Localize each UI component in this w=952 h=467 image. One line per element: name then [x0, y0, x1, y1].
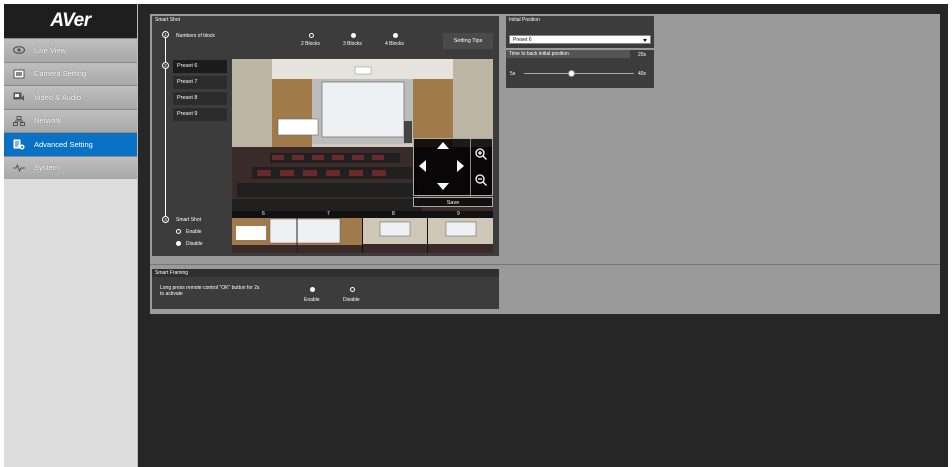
smart-shot-toggle-label: Smart Shot [176, 217, 202, 223]
radio-2-blocks[interactable] [309, 33, 314, 38]
sidebar-item-network[interactable]: Network [4, 108, 137, 132]
preset-item[interactable]: Preset 6 [173, 60, 227, 73]
label-2-blocks: 2 Blocks [301, 41, 320, 47]
radio-3-blocks[interactable] [351, 33, 356, 38]
zoom-in-icon[interactable] [474, 147, 488, 166]
app-window: AVer Live View Camera Setting Video & Au… [4, 4, 948, 467]
advanced-setting-icon [13, 139, 25, 150]
preset-item[interactable]: Preset 7 [173, 76, 227, 89]
smart-framing-enable-label: Enable [304, 297, 320, 303]
sidebar-item-label: Video & Audio [34, 92, 81, 102]
setting-tips-button[interactable]: Setting Tips [443, 33, 493, 49]
smart-framing-panel: Smart Framing Long press remote control … [152, 269, 499, 309]
step-1-marker: 1 [162, 31, 169, 38]
sidebar-item-system[interactable]: System [4, 155, 137, 179]
thumbnail-strip: 6 7 8 9 [232, 211, 493, 253]
smart-shot-disable-label: Disable [186, 241, 203, 247]
content-area: Smart Shot 1 2 3 Numbers of block 2 Bloc… [150, 14, 940, 314]
sidebar-item-label: Live View [34, 45, 66, 55]
arrow-right-icon[interactable] [457, 160, 464, 172]
preset-select-value: Preset 6 [513, 37, 532, 43]
smart-framing-title: Smart Framing [152, 269, 499, 277]
smart-framing-disable-label: Disable [343, 297, 360, 303]
smart-shot-enable-radio[interactable] [176, 229, 181, 234]
return-time-label: Time to back initial position [506, 50, 630, 58]
slider-handle[interactable] [567, 70, 575, 77]
zoom-out-icon[interactable] [474, 173, 488, 192]
eye-icon [13, 45, 25, 55]
network-icon [13, 115, 25, 126]
sidebar-item-advanced-setting[interactable]: Advanced Setting [4, 132, 137, 156]
save-button[interactable]: Save [413, 197, 493, 207]
smart-shot-panel: Smart Shot 1 2 3 Numbers of block 2 Bloc… [152, 16, 499, 256]
smart-framing-enable-radio[interactable] [310, 287, 315, 292]
sidebar-item-video-audio[interactable]: Video & Audio [4, 85, 137, 109]
smart-framing-section: Smart Framing Long press remote control … [150, 264, 940, 314]
thumb-label: 6 [262, 211, 265, 217]
aver-logo: AVer [4, 4, 137, 38]
smart-framing-disable-radio[interactable] [350, 287, 355, 292]
initial-position-panel: Initial Position Preset 6 [506, 16, 654, 48]
video-audio-icon [13, 92, 25, 102]
smart-shot-title: Smart Shot [152, 16, 499, 24]
sidebar: AVer Live View Camera Setting Video & Au… [4, 4, 138, 467]
system-icon [13, 163, 25, 173]
slider-min-label: 5s [510, 71, 516, 77]
preset-item[interactable]: Preset 8 [173, 92, 227, 105]
thumbnail-images [232, 218, 493, 253]
initial-position-title: Initial Position [506, 16, 654, 24]
return-time-panel: Time to back initial position 20s 5s 40s [506, 50, 654, 88]
zoom-divider [470, 139, 471, 197]
sidebar-item-camera-setting[interactable]: Camera Setting [4, 61, 137, 85]
label-3-blocks: 3 Blocks [343, 41, 362, 47]
camera-setting-icon [13, 69, 25, 79]
slider-max-label: 40s [638, 71, 647, 77]
preset-select[interactable]: Preset 6 [509, 35, 651, 44]
sidebar-item-label: Camera Setting [34, 69, 87, 79]
sidebar-item-label: Network [34, 116, 62, 126]
arrow-up-icon[interactable] [437, 142, 449, 149]
smart-shot-disable-radio[interactable] [176, 241, 181, 246]
ptz-control-pad [413, 138, 493, 197]
thumb-label: 9 [457, 211, 460, 217]
arrow-left-icon[interactable] [419, 160, 426, 172]
radio-4-blocks[interactable] [393, 33, 398, 38]
step-2-marker: 2 [162, 62, 169, 69]
camera-preview[interactable]: Save [232, 59, 493, 211]
thumb-label: 8 [392, 211, 395, 217]
return-time-value: 20s [638, 52, 647, 58]
return-time-slider[interactable] [524, 70, 634, 77]
smart-framing-instruction-2: to activate [160, 291, 183, 297]
sidebar-item-live-view[interactable]: Live View [4, 38, 137, 62]
thumb-label: 7 [327, 211, 330, 217]
arrow-down-icon[interactable] [437, 183, 449, 190]
label-4-blocks: 4 Blocks [385, 41, 404, 47]
step-3-marker: 3 [162, 216, 169, 223]
smart-shot-enable-label: Enable [186, 229, 202, 235]
numbers-of-block-label: Numbers of block [176, 33, 215, 39]
chevron-down-icon [643, 39, 647, 42]
sidebar-item-label: Advanced Setting [34, 139, 93, 149]
preset-item[interactable]: Preset 9 [173, 108, 227, 121]
sidebar-item-label: System [34, 163, 60, 173]
